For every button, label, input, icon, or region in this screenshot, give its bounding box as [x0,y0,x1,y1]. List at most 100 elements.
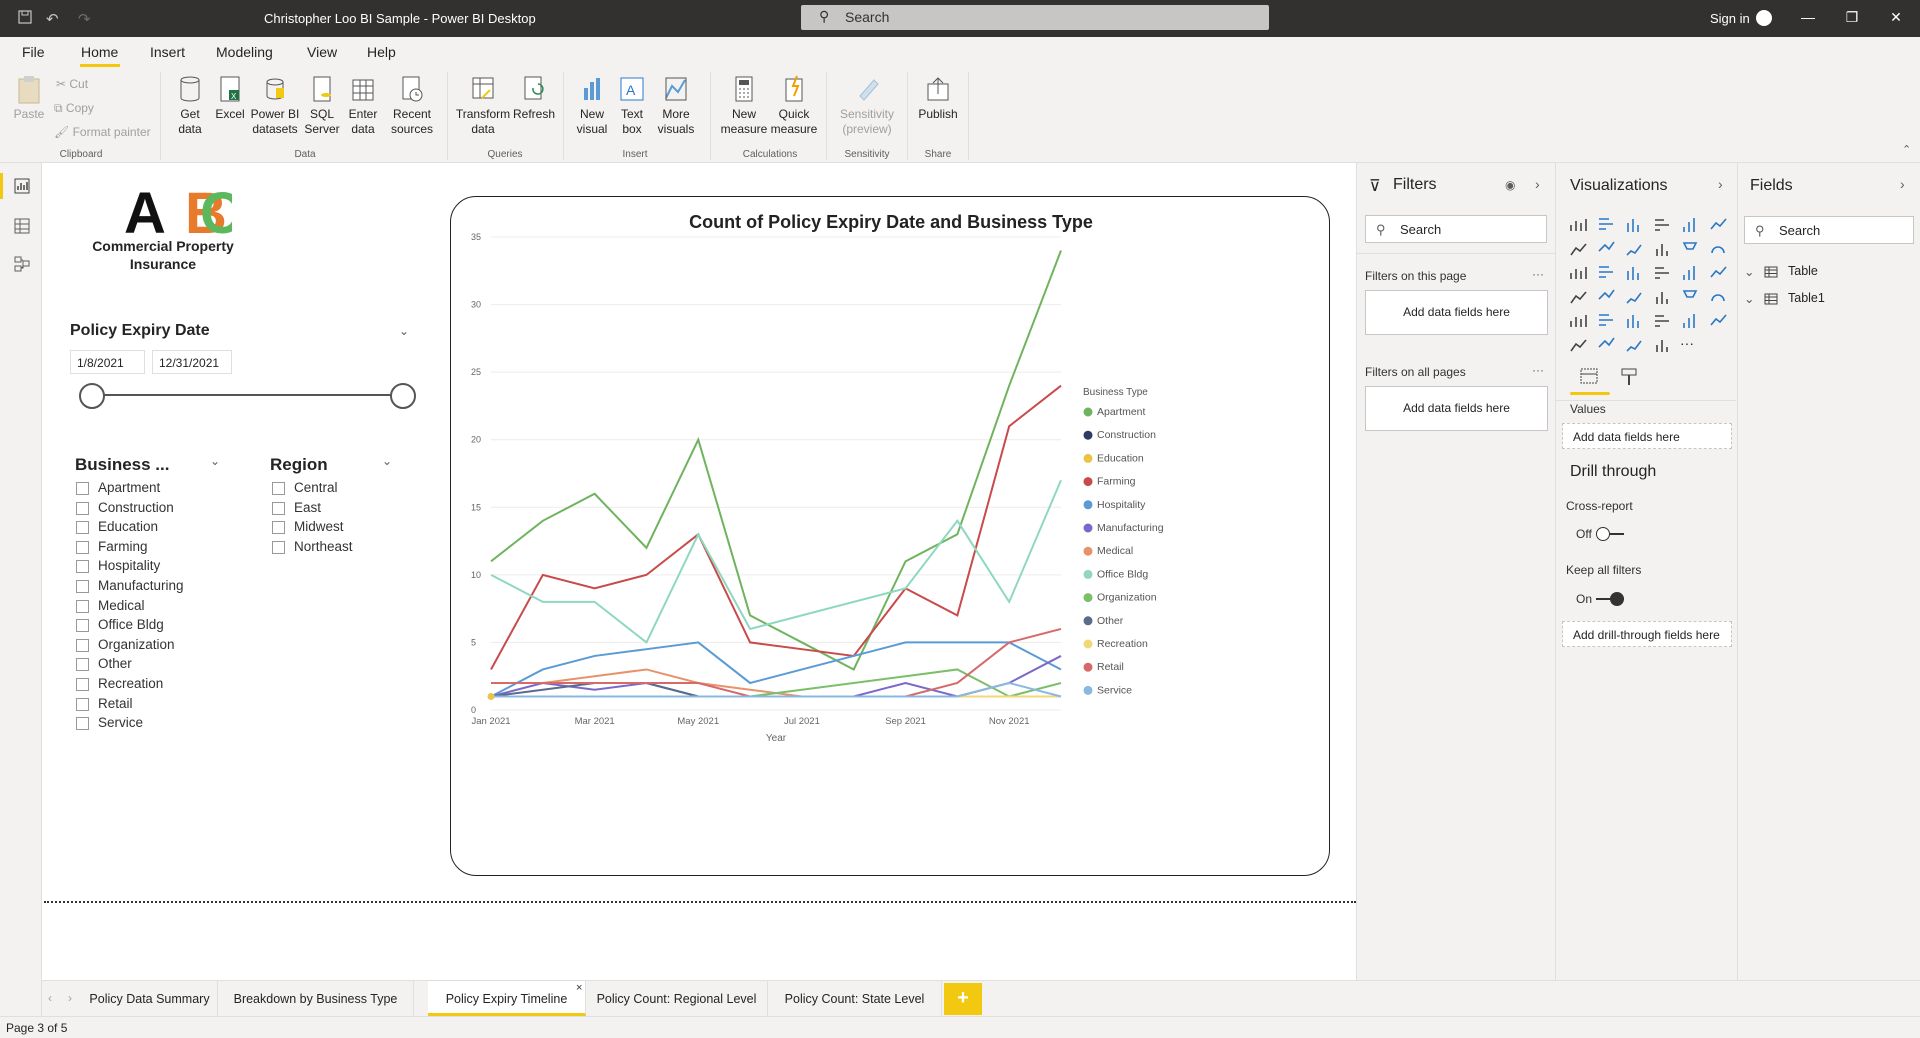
filters-all-dropzone[interactable]: Add data fields here [1365,386,1548,431]
checkbox[interactable] [76,580,89,593]
copy-button[interactable]: ⧉ Copy [54,101,94,116]
menu-file[interactable]: File [22,44,45,60]
fields-well-icon[interactable] [1578,366,1600,388]
visual-type-icon[interactable] [1624,335,1644,355]
sign-in-link[interactable]: Sign in [1710,11,1750,26]
visual-type-icon[interactable] [1596,311,1616,331]
visual-type-icon[interactable] [1568,335,1588,355]
visual-type-icon[interactable] [1596,215,1616,235]
checkbox[interactable] [76,717,89,731]
visual-type-icon[interactable] [1652,215,1672,235]
cut-button[interactable]: ✂ Cut [56,77,88,91]
title-search-box[interactable]: ⚲ Search [801,5,1269,30]
checkbox[interactable] [76,638,89,652]
checkbox[interactable] [76,560,89,574]
page-tab-2[interactable]: Breakdown by Business Type [218,981,414,1016]
checkbox[interactable] [76,658,89,672]
visual-type-icon[interactable] [1708,239,1728,259]
checkbox[interactable] [76,599,89,613]
field-table-table1[interactable]: ⌄ Table1 [1744,291,1825,306]
field-table-table[interactable]: ⌄ Table [1744,264,1818,279]
enter-data-button[interactable]: Enter data [344,74,382,137]
excel-button[interactable]: X Excel [214,74,246,122]
visual-type-icon[interactable] [1624,215,1644,235]
new-measure-button[interactable]: New measure [720,74,768,137]
restore-icon[interactable]: ❐ [1842,9,1862,26]
fields-search-input[interactable]: ⚲ Search [1744,216,1914,244]
cross-report-toggle[interactable] [1596,527,1624,541]
next-page-icon[interactable]: › [68,991,72,1005]
checkbox[interactable] [76,697,89,711]
redo-icon[interactable]: ↷ [78,10,91,28]
visual-type-icon[interactable] [1652,239,1672,259]
visual-type-icon[interactable] [1708,263,1728,283]
drill-through-dropzone[interactable]: Add drill-through fields here [1562,621,1732,647]
visual-type-icon[interactable] [1568,263,1588,283]
checkbox[interactable] [76,521,89,535]
line-chart-card[interactable]: Count of Policy Expiry Date and Business… [450,196,1330,876]
menu-insert[interactable]: Insert [150,44,185,60]
eye-icon[interactable]: ◉ [1505,178,1515,192]
visual-type-icon[interactable] [1708,215,1728,235]
visual-type-icon[interactable] [1624,239,1644,259]
visual-type-icon[interactable] [1680,215,1700,235]
visual-type-icon[interactable] [1568,287,1588,307]
visual-type-icon[interactable] [1680,239,1700,259]
more-options-icon[interactable]: ··· [1532,363,1544,377]
visual-type-icon[interactable] [1708,287,1728,307]
page-tab-1[interactable]: Policy Data Summary [82,981,218,1016]
paste-button[interactable]: Paste [12,74,46,122]
collapse-filters-icon[interactable]: › [1535,176,1540,192]
menu-home[interactable]: Home [81,44,118,60]
checkbox[interactable] [272,501,285,515]
minimize-icon[interactable]: — [1798,9,1818,25]
menu-view[interactable]: View [307,44,337,60]
avatar[interactable] [1756,10,1772,26]
recent-sources-button[interactable]: Recent sources [386,74,438,137]
chevron-down-icon[interactable]: ⌄ [382,454,392,468]
close-tab-icon[interactable]: × [576,982,582,994]
visual-type-icon[interactable] [1568,215,1588,235]
visual-type-icon[interactable] [1596,263,1616,283]
filters-search-input[interactable]: ⚲ Search [1365,215,1547,243]
data-view-icon[interactable] [13,217,31,235]
publish-button[interactable]: Publish [914,74,962,122]
get-data-button[interactable]: Get data [170,74,210,137]
chevron-down-icon[interactable]: ⌄ [210,454,220,468]
visual-type-icon[interactable] [1652,335,1672,355]
page-tab-3[interactable]: Policy Expiry Timeline [428,981,586,1016]
menu-modeling[interactable]: Modeling [216,44,273,60]
chevron-down-icon[interactable]: ⌄ [399,324,409,338]
checkbox[interactable] [272,482,285,495]
format-painter-button[interactable]: 🖌 Format painter [54,125,151,139]
more-options-icon[interactable]: ··· [1532,267,1544,281]
visual-type-icon[interactable] [1680,263,1700,283]
checkbox[interactable] [76,501,89,515]
collapse-fields-icon[interactable]: › [1900,176,1905,192]
model-view-icon[interactable] [13,255,31,273]
date-start-input[interactable]: 1/8/2021 [70,350,145,374]
visual-type-icon[interactable] [1596,287,1616,307]
more-visuals-button[interactable]: More visuals [652,74,700,137]
page-tab-4[interactable]: Policy Count: Regional Level [586,981,768,1016]
date-end-input[interactable]: 12/31/2021 [152,350,232,374]
checkbox[interactable] [272,521,285,535]
filters-page-dropzone[interactable]: Add data fields here [1365,290,1548,335]
visual-type-icon[interactable] [1596,335,1616,355]
checkbox[interactable] [76,482,89,495]
pbi-datasets-button[interactable]: Power BI datasets [250,74,300,137]
page-tab-5[interactable]: Policy Count: State Level [768,981,942,1016]
prev-page-icon[interactable]: ‹ [48,991,52,1005]
keep-all-filters-toggle[interactable] [1596,592,1624,606]
more-visuals-icon[interactable]: ··· [1680,335,1700,355]
values-dropzone[interactable]: Add data fields here [1562,423,1732,449]
sql-server-button[interactable]: SQL Server [302,74,342,137]
visual-type-icon[interactable] [1652,263,1672,283]
collapse-ribbon-icon[interactable]: ⌃ [1902,143,1911,156]
close-icon[interactable]: ✕ [1886,9,1906,26]
menu-help[interactable]: Help [367,44,396,60]
checkbox[interactable] [76,619,89,633]
visual-type-icon[interactable] [1596,239,1616,259]
visual-type-icon[interactable] [1568,239,1588,259]
save-icon[interactable] [18,10,32,28]
